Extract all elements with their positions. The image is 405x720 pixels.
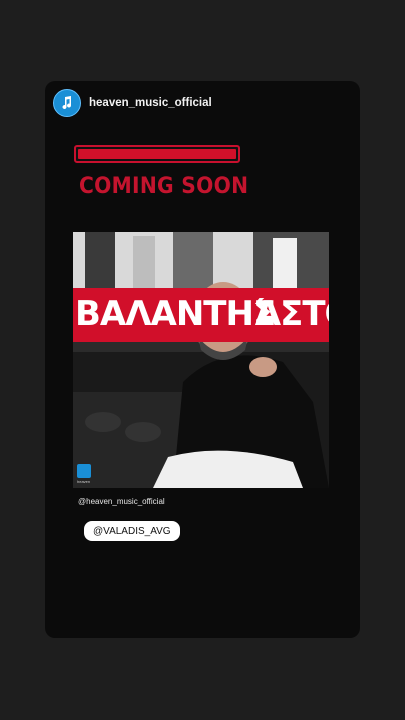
avatar[interactable] — [53, 89, 81, 117]
mention-sticker[interactable]: @VALADIS_AVG — [84, 521, 180, 541]
mention-text: @VALADIS_AVG — [93, 525, 171, 537]
story-header: heaven_music_official — [53, 89, 212, 117]
coming-soon-heading: COMING SOON — [79, 174, 249, 199]
story-card[interactable]: heaven_music_official COMING SOON ΒΑΛΑΝΤ… — [45, 81, 360, 638]
poster-photo — [73, 232, 329, 488]
label-logo-text: heaven — [77, 479, 91, 484]
poster-caption[interactable]: @heaven_music_official — [78, 497, 165, 506]
album-poster[interactable]: ΒΑΛΑΝΤΗΣ ΆΣΤΟ heaven — [73, 232, 329, 488]
song-title: ΆΣΤΟ — [254, 294, 329, 334]
username[interactable]: heaven_music_official — [89, 97, 212, 109]
artist-name: ΒΑΛΑΝΤΗΣ — [75, 294, 276, 334]
label-logo-icon — [77, 464, 91, 478]
music-note-icon — [62, 96, 72, 110]
progress-bar — [74, 145, 240, 163]
progress-fill — [78, 149, 236, 159]
